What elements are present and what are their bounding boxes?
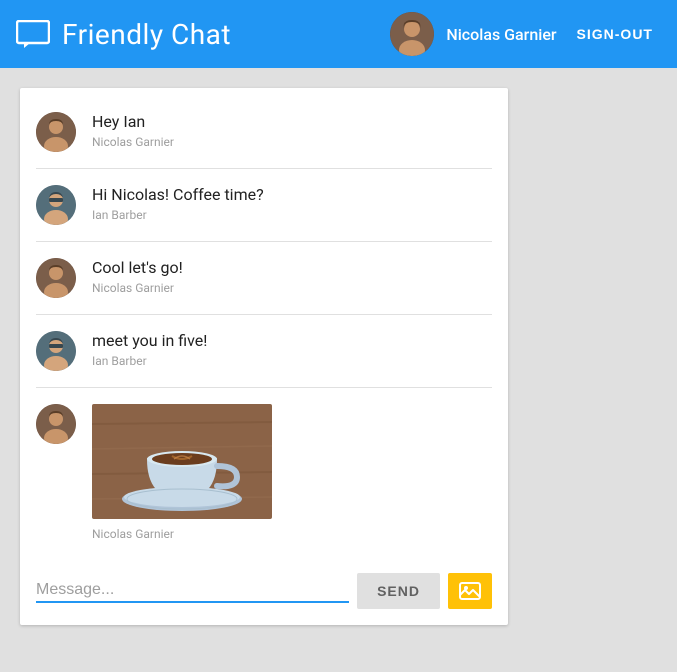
avatar-image: [390, 12, 434, 56]
message-content: meet you in five! Ian Barber: [92, 331, 207, 368]
message-content: Hey Ian Nicolas Garnier: [92, 112, 174, 149]
header-right: Nicolas Garnier SIGN-OUT: [390, 12, 661, 56]
message-content: Nicolas Garnier: [92, 404, 272, 541]
avatar: [36, 112, 76, 152]
message-text: Hey Ian: [92, 112, 174, 131]
app-header: Friendly Chat Nicolas Garnier SIGN-OUT: [0, 0, 677, 68]
table-row: Hey Ian Nicolas Garnier: [36, 96, 492, 169]
message-sender: Nicolas Garnier: [92, 281, 183, 295]
message-content: Hi Nicolas! Coffee time? Ian Barber: [92, 185, 264, 222]
table-row: Nicolas Garnier: [36, 388, 492, 557]
table-row: Hi Nicolas! Coffee time? Ian Barber: [36, 169, 492, 242]
image-upload-button[interactable]: [448, 573, 492, 609]
sender-avatar-nicolas-2: [36, 258, 76, 298]
avatar: [390, 12, 434, 56]
avatar: [36, 258, 76, 298]
avatar: [36, 185, 76, 225]
user-name: Nicolas Garnier: [446, 25, 556, 44]
send-button[interactable]: SEND: [357, 573, 440, 609]
message-text: Cool let's go!: [92, 258, 183, 277]
sender-avatar-ian-2: [36, 331, 76, 371]
sender-avatar-ian: [36, 185, 76, 225]
header-left: Friendly Chat: [16, 18, 231, 51]
message-sender: Ian Barber: [92, 354, 207, 368]
message-sender: Ian Barber: [92, 208, 264, 222]
table-row: meet you in five! Ian Barber: [36, 315, 492, 388]
input-wrapper: [36, 579, 349, 603]
message-input[interactable]: [36, 579, 349, 603]
sign-out-button[interactable]: SIGN-OUT: [569, 22, 661, 46]
chat-icon: [16, 20, 50, 48]
message-text: Hi Nicolas! Coffee time?: [92, 185, 264, 204]
main-container: Hey Ian Nicolas Garnier Hi Nicolas!: [0, 68, 677, 645]
message-content: Cool let's go! Nicolas Garnier: [92, 258, 183, 295]
message-sender: Nicolas Garnier: [92, 527, 272, 541]
message-text: meet you in five!: [92, 331, 207, 350]
message-sender: Nicolas Garnier: [92, 135, 174, 149]
image-icon: [459, 581, 481, 601]
sender-avatar-nicolas-3: [36, 404, 76, 444]
input-row: SEND: [36, 573, 492, 609]
avatar: [36, 404, 76, 444]
app-title: Friendly Chat: [62, 18, 231, 51]
table-row: Cool let's go! Nicolas Garnier: [36, 242, 492, 315]
input-area: SEND: [20, 565, 508, 625]
sender-avatar-nicolas: [36, 112, 76, 152]
messages-list: Hey Ian Nicolas Garnier Hi Nicolas!: [20, 88, 508, 565]
avatar: [36, 331, 76, 371]
message-image: [92, 404, 272, 519]
chat-card: Hey Ian Nicolas Garnier Hi Nicolas!: [20, 88, 508, 625]
